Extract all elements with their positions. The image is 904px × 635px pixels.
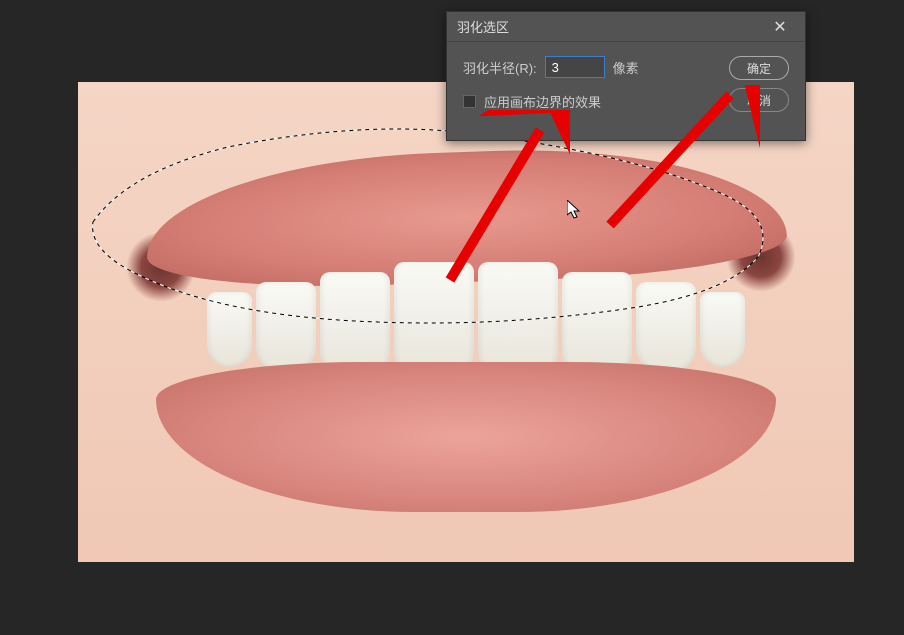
close-icon[interactable]: ✕ (765, 12, 795, 42)
ok-button[interactable]: 确定 (729, 56, 789, 80)
feather-radius-input[interactable] (545, 56, 605, 78)
canvas-bounds-checkbox[interactable] (463, 95, 476, 108)
cancel-button[interactable]: 取消 (729, 88, 789, 112)
image-content (106, 132, 826, 532)
dialog-title: 羽化选区 (457, 17, 765, 36)
feather-selection-dialog: 羽化选区 ✕ 羽化半径(R): 像素 应用画布边界的效果 确定 取消 (446, 11, 806, 141)
canvas-bounds-label: 应用画布边界的效果 (484, 92, 601, 111)
canvas-area[interactable] (78, 82, 854, 562)
radius-label: 羽化半径(R): (463, 58, 537, 77)
dialog-titlebar[interactable]: 羽化选区 ✕ (447, 12, 805, 42)
radius-unit: 像素 (613, 58, 639, 77)
